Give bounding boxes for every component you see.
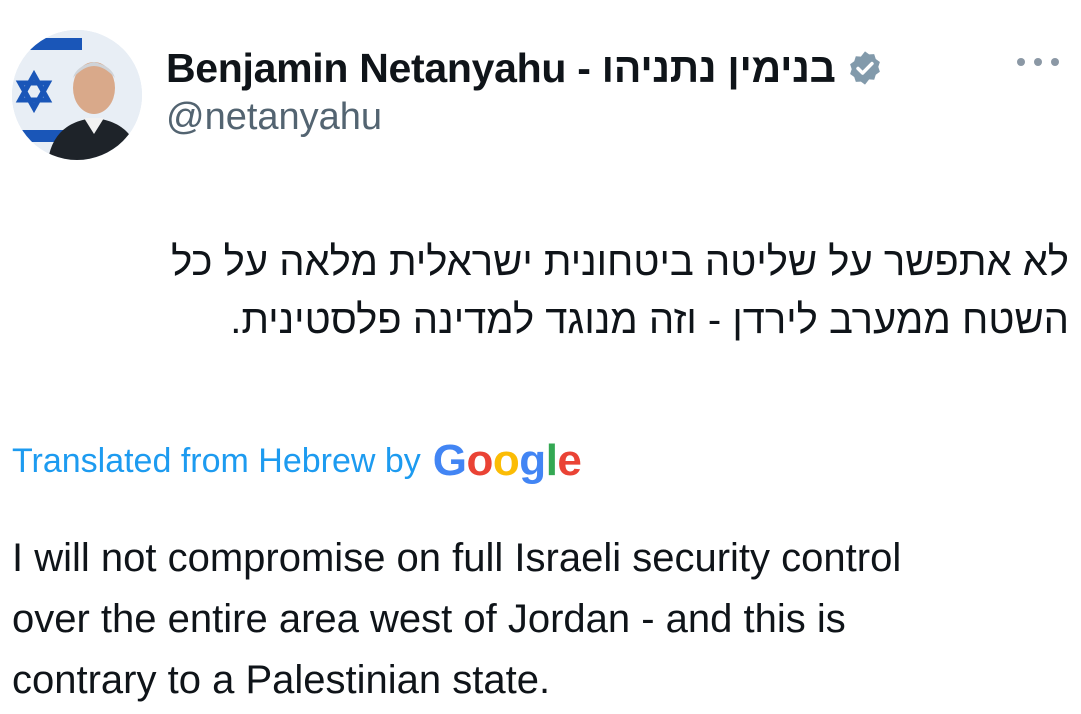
more-options-icon[interactable] [1017,52,1059,72]
translated-label[interactable]: Translated from Hebrew by [12,442,421,481]
more-dot [1017,58,1025,66]
translated-by-link[interactable]: Translated from Hebrew by Google [12,432,582,490]
post-original-text: לא אתפשר על שליטה ביטחונית ישראלית מלאה … [9,233,1069,349]
author-handle[interactable]: @netanyahu [166,96,382,139]
translation-line: over the entire area west of Jordan - an… [12,597,846,641]
translation-line: I will not compromise on full Israeli se… [12,536,902,580]
google-logo: Google [432,436,582,485]
author-display-name[interactable]: Benjamin Netanyahu - בנימין נתניהו [166,45,836,92]
more-dot [1051,58,1059,66]
translation-line: contrary to a Palestinian state. [12,658,551,702]
more-dot [1034,58,1042,66]
original-line: לא אתפשר על שליטה ביטחונית ישראלית מלאה … [171,240,1069,284]
post-translation-text: I will not compromise on full Israeli se… [12,528,1052,711]
profile-photo-icon [12,30,142,160]
avatar[interactable] [12,30,142,160]
author-name-row[interactable]: Benjamin Netanyahu - בנימין נתניהו [166,40,884,96]
verified-badge-icon [846,49,884,87]
original-line: השטח ממערב לירדן - וזה מנוגד למדינה פלסט… [230,298,1069,342]
